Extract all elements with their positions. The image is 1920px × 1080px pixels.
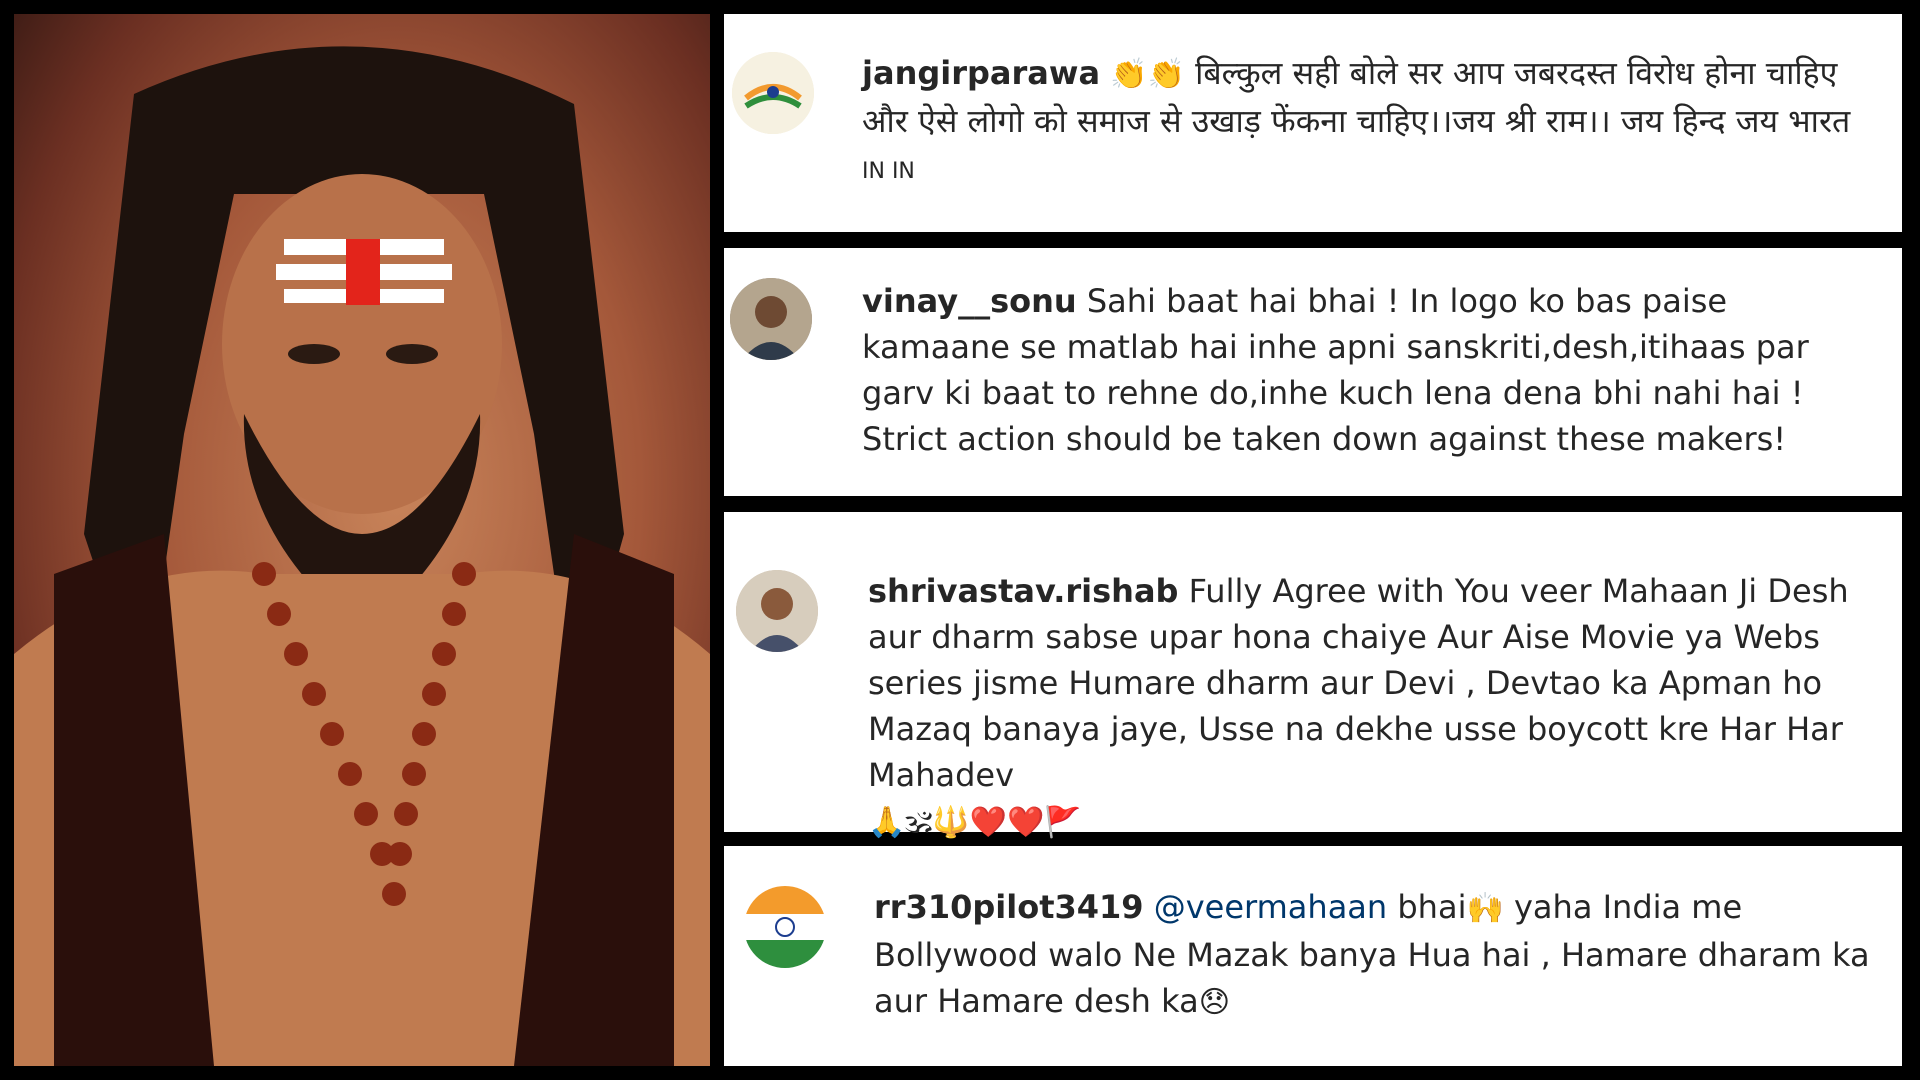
india-flag-icon (744, 886, 826, 968)
user-photo-icon (736, 570, 818, 652)
comment-card: jangirparawa 👏👏 बिल्कुल सही बोले सर आप ज… (724, 14, 1902, 232)
comment-text: jangirparawa 👏👏 बिल्कुल सही बोले सर आप ज… (862, 50, 1872, 195)
portrait-photo (14, 14, 710, 1066)
username[interactable]: vinay__sonu (862, 282, 1077, 320)
comment-card: vinay__sonu Sahi baat hai bhai ! In logo… (724, 248, 1902, 496)
user-avatar[interactable] (736, 570, 818, 652)
comment-text: rr310pilot3419 @veermahaan bhai🙌 yaha In… (874, 884, 1874, 1026)
comment-card: shrivastav.rishab Fully Agree with You v… (724, 512, 1902, 840)
disappointed-emoji-icon: 😞 (1198, 985, 1230, 1020)
user-avatar[interactable] (730, 278, 812, 360)
emoji-row-icon: 🙏🕉🔱❤️❤️🚩 (868, 805, 1082, 840)
username[interactable]: jangirparawa (862, 54, 1100, 92)
comment-body-pre: bhai (1387, 888, 1467, 926)
mention-link[interactable]: @veermahaan (1144, 888, 1387, 926)
clap-emoji-icon: 👏👏 (1110, 57, 1185, 92)
user-photo-icon (730, 278, 812, 360)
tricolor-logo-icon (732, 52, 814, 134)
raised-hands-emoji-icon: 🙌 (1466, 891, 1504, 926)
comment-text: vinay__sonu Sahi baat hai bhai ! In logo… (862, 278, 1872, 462)
comment-tail: IN IN (862, 159, 915, 184)
username[interactable]: shrivastav.rishab (868, 572, 1178, 610)
user-avatar[interactable] (744, 886, 826, 968)
user-avatar[interactable] (732, 52, 814, 134)
comment-text: shrivastav.rishab Fully Agree with You v… (868, 568, 1878, 846)
username[interactable]: rr310pilot3419 (874, 888, 1144, 926)
comment-card: rr310pilot3419 @veermahaan bhai🙌 yaha In… (724, 846, 1902, 1066)
